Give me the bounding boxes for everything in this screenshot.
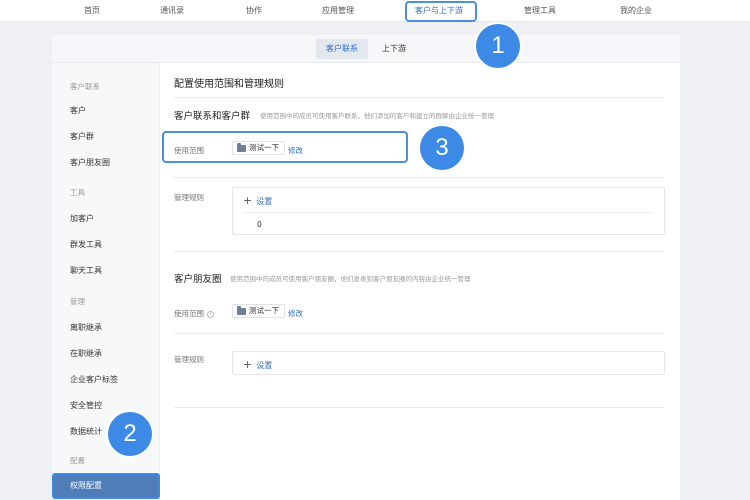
sidebar-item-permission-config[interactable]: 权限配置 bbox=[52, 473, 160, 499]
edit-scope-link-2[interactable]: 修改 bbox=[288, 308, 303, 319]
nav-highlight-box bbox=[405, 1, 477, 22]
nav-management-tools[interactable]: 管理工具 bbox=[516, 0, 564, 22]
page-title: 配置使用范围和管理规则 bbox=[174, 79, 284, 90]
sidebar-item-add-customer[interactable]: 加客户 bbox=[70, 213, 94, 224]
folder-icon bbox=[237, 306, 246, 315]
section-desc-contact-groups: 使用范围中的成员可使用客户联系，他们添加的客户和建立的群聊由企业统一管理 bbox=[260, 112, 494, 120]
content-area: 配置使用范围和管理规则 客户联系和客户群 使用范围中的成员可使用客户联系，他们添… bbox=[160, 63, 680, 500]
plus-icon: + bbox=[243, 194, 253, 207]
sidebar-item-chat-tools[interactable]: 聊天工具 bbox=[70, 265, 102, 276]
sidebar-item-customers[interactable]: 客户 bbox=[70, 105, 86, 116]
divider bbox=[243, 212, 653, 213]
add-rule-button-2[interactable]: + 设置 bbox=[243, 358, 272, 371]
add-rule-label: 设置 bbox=[256, 197, 273, 206]
add-rule-label-2: 设置 bbox=[256, 361, 273, 370]
step-badge-2: 2 bbox=[108, 412, 152, 456]
sidebar-item-mass-messaging[interactable]: 群发工具 bbox=[70, 239, 102, 250]
divider bbox=[174, 251, 664, 252]
scope-value-2: 测试一下 bbox=[249, 306, 279, 315]
divider bbox=[174, 333, 664, 334]
divider bbox=[174, 177, 664, 178]
rules-box-2: + 设置 bbox=[232, 351, 665, 375]
sidebar-item-customer-moments[interactable]: 客户朋友圈 bbox=[70, 157, 110, 168]
divider bbox=[174, 97, 664, 98]
rule-count: 0 bbox=[257, 220, 262, 229]
nav-my-enterprise[interactable]: 我的企业 bbox=[612, 0, 660, 22]
sub-tabs: 客户联系 上下游 bbox=[52, 35, 680, 63]
sidebar-group-customer-contact: 客户联系 bbox=[70, 82, 100, 91]
plus-icon: + bbox=[243, 358, 253, 371]
section-title-contact-groups: 客户联系和客户群 bbox=[174, 111, 251, 122]
sidebar-group-config: 配置 bbox=[70, 456, 85, 465]
top-navigation: 首页 通讯录 协作 应用管理 客户与上下游 管理工具 我的企业 bbox=[0, 0, 750, 22]
info-icon[interactable]: i bbox=[207, 310, 214, 318]
tab-upstream-downstream[interactable]: 上下游 bbox=[372, 39, 416, 59]
sidebar-item-data-statistics[interactable]: 数据统计 bbox=[70, 426, 102, 437]
nav-contacts[interactable]: 通讯录 bbox=[150, 0, 194, 22]
scope-label-2: 使用范围 i bbox=[174, 308, 214, 319]
sidebar-item-active-transfer[interactable]: 在职继承 bbox=[70, 348, 102, 359]
divider bbox=[174, 407, 664, 408]
sidebar-group-management: 管理 bbox=[70, 297, 85, 306]
scope-highlight-box bbox=[162, 131, 408, 163]
step-badge-1: 1 bbox=[476, 24, 520, 68]
sidebar-item-security-control[interactable]: 安全管控 bbox=[70, 400, 102, 411]
sidebar-item-resigned-transfer[interactable]: 离职继承 bbox=[70, 322, 102, 333]
nav-home[interactable]: 首页 bbox=[72, 0, 112, 22]
rules-label: 管理规则 bbox=[174, 193, 204, 202]
rules-label-2: 管理规则 bbox=[174, 355, 204, 364]
add-rule-button[interactable]: + 设置 bbox=[243, 194, 272, 207]
section-title-customer-moments: 客户朋友圈 bbox=[174, 274, 222, 285]
scope-chip-2: 测试一下 bbox=[232, 304, 285, 318]
nav-app-management[interactable]: 应用管理 bbox=[314, 0, 362, 22]
tab-customer-contact[interactable]: 客户联系 bbox=[316, 39, 368, 59]
sidebar-item-customer-groups[interactable]: 客户群 bbox=[70, 131, 94, 142]
sidebar-item-customer-tags[interactable]: 企业客户标签 bbox=[70, 374, 118, 385]
step-badge-3: 3 bbox=[420, 126, 464, 170]
rules-box: + 设置 0 bbox=[232, 187, 665, 235]
sidebar-group-tools: 工具 bbox=[70, 188, 85, 197]
section-desc-customer-moments: 使用范围中的成员可使用客户朋友圈，他们发表到客户朋友圈的内容由企业统一管理 bbox=[230, 275, 471, 283]
nav-collaboration[interactable]: 协作 bbox=[236, 0, 272, 22]
